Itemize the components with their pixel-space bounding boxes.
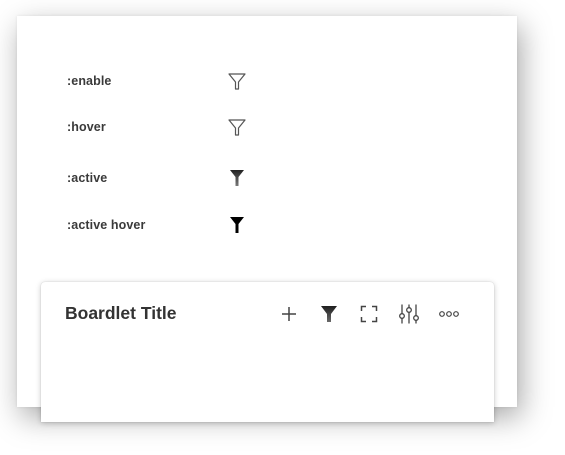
filter-filled-icon[interactable] — [227, 215, 247, 235]
filter-filled-icon — [321, 306, 337, 322]
sliders-icon — [399, 304, 419, 324]
state-row-active: :active — [67, 168, 367, 190]
state-label: :active hover — [67, 218, 146, 232]
states-card: :enable :hover :active:active hover Boa… — [17, 16, 517, 422]
more-button[interactable] — [435, 300, 463, 328]
expand-icon — [360, 305, 378, 323]
state-row-enable: :enable — [67, 71, 367, 93]
state-row-active-hover: :active hover — [67, 215, 367, 237]
boardlet-title: Boardlet Title — [65, 303, 177, 323]
filter-filled-icon[interactable] — [227, 168, 247, 188]
more-horizontal-icon — [439, 311, 459, 317]
filter-outline-icon[interactable] — [227, 71, 247, 91]
plus-icon — [282, 307, 296, 321]
add-button[interactable] — [275, 300, 303, 328]
filter-outline-icon[interactable] — [227, 117, 247, 137]
settings-button[interactable] — [395, 300, 423, 328]
fullscreen-button[interactable] — [355, 300, 383, 328]
boardlet: Boardlet Title — [41, 282, 494, 422]
stage: :enable :hover :active:active hover Boa… — [0, 0, 565, 455]
filter-button[interactable] — [315, 300, 343, 328]
state-label: :active — [67, 171, 108, 185]
boardlet-toolbar — [275, 300, 475, 328]
state-label: :enable — [67, 74, 112, 88]
state-label: :hover — [67, 120, 106, 134]
state-row-hover: :hover — [67, 117, 367, 139]
